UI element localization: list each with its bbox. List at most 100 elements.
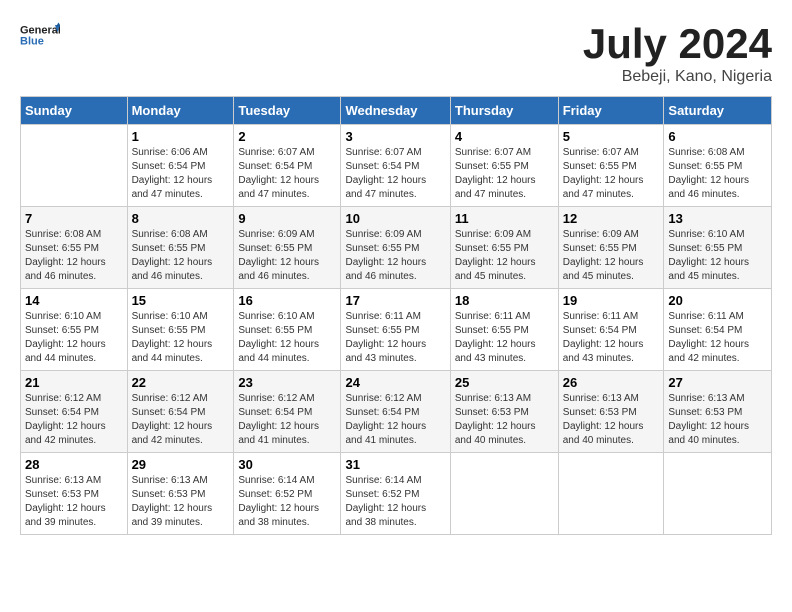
day-info: Sunrise: 6:07 AM Sunset: 6:54 PM Dayligh…	[345, 146, 445, 202]
column-header-wednesday: Wednesday	[341, 97, 450, 125]
column-header-sunday: Sunday	[21, 97, 128, 125]
day-number: 31	[345, 457, 445, 472]
day-info: Sunrise: 6:10 AM Sunset: 6:55 PM Dayligh…	[132, 310, 230, 366]
column-header-saturday: Saturday	[664, 97, 772, 125]
calendar-cell: 6Sunrise: 6:08 AM Sunset: 6:55 PM Daylig…	[664, 125, 772, 207]
calendar-cell: 21 Sunrise: 6:12 AM Sunset: 6:54 PM Dayli…	[21, 371, 128, 453]
week-row-5: 28 Sunrise: 6:13 AM Sunset: 6:53 PM Dayli…	[21, 453, 772, 535]
day-number: 26	[563, 375, 660, 390]
logo-icon: General Blue	[20, 20, 60, 50]
calendar-cell	[21, 125, 128, 207]
day-number: 27	[668, 375, 767, 390]
calendar-cell: 13 Sunrise: 6:10 AM Sunset: 6:55 PM Dayli…	[664, 207, 772, 289]
day-number: 5	[563, 129, 660, 144]
day-info: Sunrise: 6:11 AM Sunset: 6:54 PM Dayligh…	[563, 310, 660, 366]
month-title: July 2024	[583, 20, 772, 68]
day-number: 25	[455, 375, 554, 390]
calendar-cell: 18 Sunrise: 6:11 AM Sunset: 6:55 PM Dayli…	[450, 289, 558, 371]
day-number: 9	[238, 211, 336, 226]
calendar-cell: 23Sunrise: 6:12 AM Sunset: 6:54 PM Dayli…	[234, 371, 341, 453]
calendar-cell: 11 Sunrise: 6:09 AM Sunset: 6:55 PM Dayli…	[450, 207, 558, 289]
calendar-cell: 14 Sunrise: 6:10 AM Sunset: 6:55 PM Dayli…	[21, 289, 128, 371]
calendar-cell: 31Sunrise: 6:14 AM Sunset: 6:52 PM Dayli…	[341, 453, 450, 535]
day-info: Sunrise: 6:11 AM Sunset: 6:55 PM Dayligh…	[455, 310, 554, 366]
day-number: 17	[345, 293, 445, 308]
day-number: 24	[345, 375, 445, 390]
calendar-cell: 28 Sunrise: 6:13 AM Sunset: 6:53 PM Dayli…	[21, 453, 128, 535]
day-number: 4	[455, 129, 554, 144]
week-row-1: 1 Sunrise: 6:06 AM Sunset: 6:54 PM Daylig…	[21, 125, 772, 207]
calendar-cell: 29 Sunrise: 6:13 AM Sunset: 6:53 PM Dayli…	[127, 453, 234, 535]
day-info: Sunrise: 6:12 AM Sunset: 6:54 PM Dayligh…	[345, 392, 445, 448]
day-info: Sunrise: 6:08 AM Sunset: 6:55 PM Dayligh…	[25, 228, 123, 284]
calendar-cell: 1 Sunrise: 6:06 AM Sunset: 6:54 PM Daylig…	[127, 125, 234, 207]
calendar-cell: 16 Sunrise: 6:10 AM Sunset: 6:55 PM Dayli…	[234, 289, 341, 371]
calendar-cell: 2Sunrise: 6:07 AM Sunset: 6:54 PM Daylig…	[234, 125, 341, 207]
day-info: Sunrise: 6:13 AM Sunset: 6:53 PM Dayligh…	[25, 474, 123, 530]
calendar-cell: 9 Sunrise: 6:09 AM Sunset: 6:55 PM Daylig…	[234, 207, 341, 289]
day-number: 22	[132, 375, 230, 390]
day-number: 16	[238, 293, 336, 308]
week-row-4: 21 Sunrise: 6:12 AM Sunset: 6:54 PM Dayli…	[21, 371, 772, 453]
day-number: 10	[345, 211, 445, 226]
calendar-cell	[558, 453, 664, 535]
calendar-cell: 12 Sunrise: 6:09 AM Sunset: 6:55 PM Dayli…	[558, 207, 664, 289]
calendar-cell	[450, 453, 558, 535]
day-info: Sunrise: 6:13 AM Sunset: 6:53 PM Dayligh…	[563, 392, 660, 448]
column-header-tuesday: Tuesday	[234, 97, 341, 125]
calendar-cell: 26 Sunrise: 6:13 AM Sunset: 6:53 PM Dayli…	[558, 371, 664, 453]
day-info: Sunrise: 6:07 AM Sunset: 6:55 PM Dayligh…	[455, 146, 554, 202]
day-number: 11	[455, 211, 554, 226]
day-info: Sunrise: 6:11 AM Sunset: 6:54 PM Dayligh…	[668, 310, 767, 366]
day-info: Sunrise: 6:09 AM Sunset: 6:55 PM Dayligh…	[455, 228, 554, 284]
day-info: Sunrise: 6:10 AM Sunset: 6:55 PM Dayligh…	[238, 310, 336, 366]
day-number: 28	[25, 457, 123, 472]
day-info: Sunrise: 6:08 AM Sunset: 6:55 PM Dayligh…	[668, 146, 767, 202]
title-block: July 2024 Bebeji, Kano, Nigeria	[583, 20, 772, 86]
day-number: 18	[455, 293, 554, 308]
calendar-cell: 20 Sunrise: 6:11 AM Sunset: 6:54 PM Dayli…	[664, 289, 772, 371]
day-info: Sunrise: 6:10 AM Sunset: 6:55 PM Dayligh…	[668, 228, 767, 284]
day-info: Sunrise: 6:06 AM Sunset: 6:54 PM Dayligh…	[132, 146, 230, 202]
day-info: Sunrise: 6:09 AM Sunset: 6:55 PM Dayligh…	[345, 228, 445, 284]
day-info: Sunrise: 6:10 AM Sunset: 6:55 PM Dayligh…	[25, 310, 123, 366]
calendar-cell: 8 Sunrise: 6:08 AM Sunset: 6:55 PM Daylig…	[127, 207, 234, 289]
calendar-cell: 7Sunrise: 6:08 AM Sunset: 6:55 PM Daylig…	[21, 207, 128, 289]
svg-text:General: General	[20, 25, 60, 37]
day-info: Sunrise: 6:14 AM Sunset: 6:52 PM Dayligh…	[238, 474, 336, 530]
day-number: 20	[668, 293, 767, 308]
day-info: Sunrise: 6:13 AM Sunset: 6:53 PM Dayligh…	[132, 474, 230, 530]
location-subtitle: Bebeji, Kano, Nigeria	[583, 68, 772, 86]
day-number: 29	[132, 457, 230, 472]
day-number: 1	[132, 129, 230, 144]
week-row-3: 14 Sunrise: 6:10 AM Sunset: 6:55 PM Dayli…	[21, 289, 772, 371]
day-number: 30	[238, 457, 336, 472]
column-headers: SundayMondayTuesdayWednesdayThursdayFrid…	[21, 97, 772, 125]
day-number: 14	[25, 293, 123, 308]
day-info: Sunrise: 6:08 AM Sunset: 6:55 PM Dayligh…	[132, 228, 230, 284]
logo: General Blue	[20, 20, 60, 50]
day-number: 12	[563, 211, 660, 226]
day-info: Sunrise: 6:11 AM Sunset: 6:55 PM Dayligh…	[345, 310, 445, 366]
calendar-cell: 19Sunrise: 6:11 AM Sunset: 6:54 PM Dayli…	[558, 289, 664, 371]
day-number: 13	[668, 211, 767, 226]
calendar-cell: 5 Sunrise: 6:07 AM Sunset: 6:55 PM Daylig…	[558, 125, 664, 207]
day-info: Sunrise: 6:07 AM Sunset: 6:55 PM Dayligh…	[563, 146, 660, 202]
day-number: 15	[132, 293, 230, 308]
day-number: 23	[238, 375, 336, 390]
day-number: 21	[25, 375, 123, 390]
day-info: Sunrise: 6:12 AM Sunset: 6:54 PM Dayligh…	[132, 392, 230, 448]
svg-text:Blue: Blue	[20, 36, 44, 48]
week-row-2: 7Sunrise: 6:08 AM Sunset: 6:55 PM Daylig…	[21, 207, 772, 289]
calendar-cell: 30 Sunrise: 6:14 AM Sunset: 6:52 PM Dayli…	[234, 453, 341, 535]
day-number: 8	[132, 211, 230, 226]
calendar-body: 1 Sunrise: 6:06 AM Sunset: 6:54 PM Daylig…	[21, 125, 772, 535]
day-info: Sunrise: 6:09 AM Sunset: 6:55 PM Dayligh…	[563, 228, 660, 284]
day-info: Sunrise: 6:13 AM Sunset: 6:53 PM Dayligh…	[455, 392, 554, 448]
day-info: Sunrise: 6:09 AM Sunset: 6:55 PM Dayligh…	[238, 228, 336, 284]
day-info: Sunrise: 6:13 AM Sunset: 6:53 PM Dayligh…	[668, 392, 767, 448]
day-info: Sunrise: 6:12 AM Sunset: 6:54 PM Dayligh…	[25, 392, 123, 448]
day-number: 3	[345, 129, 445, 144]
calendar-cell: 27 Sunrise: 6:13 AM Sunset: 6:53 PM Dayli…	[664, 371, 772, 453]
calendar-cell: 4 Sunrise: 6:07 AM Sunset: 6:55 PM Daylig…	[450, 125, 558, 207]
